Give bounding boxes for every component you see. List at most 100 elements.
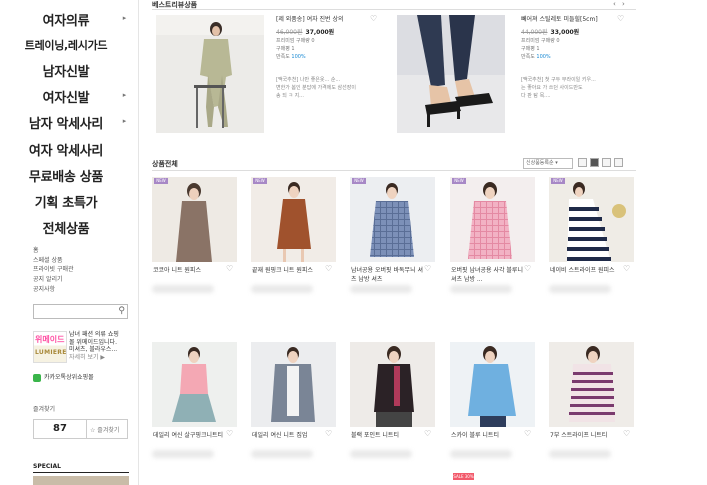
category-mens-accessories[interactable]: 남자 악세사리 ▸ [0, 113, 132, 132]
product-name[interactable]: 데일리 여신 니트 집업 [252, 431, 324, 440]
heart-icon[interactable]: ♡ [325, 264, 332, 273]
heart-icon[interactable]: ♡ [370, 14, 377, 23]
heart-icon[interactable]: ♡ [325, 429, 332, 438]
category-mens-shoes[interactable]: 남자신발 [0, 61, 132, 80]
product-image[interactable]: NEW [549, 177, 634, 262]
new-badge: NEW [551, 178, 565, 184]
category-training[interactable]: 트레이닝,레시가드 [0, 37, 132, 53]
search-input[interactable]: ⚲ [33, 304, 128, 319]
product-image[interactable] [350, 342, 435, 427]
blurred-price [152, 285, 214, 293]
sublink-private[interactable]: 프라이빗 구매관 [33, 265, 74, 275]
blurred-price [152, 450, 214, 458]
product-name[interactable]: 남녀공용 오버핏 바독무늬 셔츠 남방 셔츠 [351, 266, 423, 284]
best-product-name[interactable]: [제 외품송] 여자 진번 상의 [276, 16, 344, 24]
category-free-shipping[interactable]: 무료배송 상품 [0, 166, 132, 185]
heart-icon[interactable]: ♡ [617, 14, 624, 23]
favorite-add-button[interactable]: ☆ 즐겨찾기 [90, 425, 119, 434]
heart-icon[interactable]: ♡ [424, 264, 431, 273]
best-product-image[interactable] [397, 15, 505, 133]
grid-view-icon[interactable] [590, 158, 599, 167]
heart-icon[interactable]: ♡ [226, 264, 233, 273]
best-product-price: 46,000원 37,000원 [276, 29, 335, 36]
category-special-deals[interactable]: 기획 초특가 [0, 192, 132, 211]
product-image[interactable]: NEW [450, 177, 535, 262]
product-image[interactable] [450, 342, 535, 427]
category-womens-accessories[interactable]: 여자 악세사리 [0, 140, 132, 159]
product-name[interactable]: 데일리 여신 살구핑크니트티 [153, 431, 225, 440]
product-card[interactable]: 7부 스트라이프 니트티 ♡ [549, 342, 634, 482]
product-card[interactable]: NEW 끝재 원핑크 니트 원피스 ♡ [251, 177, 336, 317]
sublink-notice-alert[interactable]: 공지 알리기 [33, 275, 74, 285]
product-name[interactable]: 오버핏 남녀공용 사각 블루니 셔츠 남방 ... [451, 266, 523, 284]
product-image[interactable] [251, 342, 336, 427]
blurred-price [549, 450, 611, 458]
carousel-arrows: ‹ › [613, 0, 627, 8]
new-badge: NEW [452, 178, 466, 184]
chevron-right-icon: ▸ [122, 14, 127, 22]
blurred-price [350, 450, 412, 458]
blurred-price [251, 285, 313, 293]
heart-icon[interactable]: ♡ [623, 264, 630, 273]
blurred-price [450, 450, 512, 458]
product-card[interactable]: 블랙 포인트 니트티 ♡ [350, 342, 435, 482]
product-card[interactable]: NEW 네이비 스트라이프 원피스 ♡ [549, 177, 634, 317]
product-name[interactable]: 끝재 원핑크 니트 원피스 [252, 266, 324, 275]
sublink-notice[interactable]: 공지사항 [33, 285, 74, 295]
heart-icon[interactable]: ♡ [623, 429, 630, 438]
sale-badge: SALE 30% [453, 473, 474, 480]
product-image[interactable] [152, 342, 237, 427]
sidebar-sublinks: 홈 스페셜 상품 프라이빗 구매관 공지 알리기 공지사항 [33, 246, 74, 295]
shop-ad-banner[interactable]: 위메이드 LUMIERE 남녀 패션 의류 쇼핑 몰 위메이드입니다. 미셔츠,… [33, 331, 129, 363]
ad-more-link[interactable]: 자세히 보기 ▶ [69, 354, 131, 362]
arrow-right-icon[interactable]: › [622, 0, 627, 8]
product-card[interactable]: NEW 남녀공용 오버핏 바독무늬 셔츠 남방 셔츠 ♡ [350, 177, 435, 317]
best-product-price: 44,000원 33,000원 [521, 29, 580, 36]
category-all-products[interactable]: 전체상품 [0, 218, 132, 237]
sort-select[interactable]: 신상품등록순 ▾ [523, 158, 573, 169]
heart-icon[interactable]: ♡ [524, 264, 531, 273]
product-image[interactable]: NEW [251, 177, 336, 262]
chevron-right-icon: ▸ [122, 117, 127, 125]
product-image[interactable] [549, 342, 634, 427]
gallery-view-icon[interactable] [614, 158, 623, 167]
sublink-home[interactable]: 홈 [33, 246, 74, 256]
shop-logo: 위메이드 LUMIERE [33, 331, 67, 363]
arrow-left-icon[interactable]: ‹ [613, 0, 618, 8]
product-name[interactable]: 7부 스트라이프 니트티 [550, 431, 622, 440]
product-card[interactable]: NEW 코코아 니트 원피스 ♡ [152, 177, 237, 317]
best-product-name[interactable]: 뻬어져 스틸레토 미들힐[5cm] [521, 16, 598, 24]
product-card[interactable]: NEW 오버핏 남녀공용 사각 블루니 셔츠 남방 ... ♡ [450, 177, 535, 317]
product-name[interactable]: 블랙 포인트 니트티 [351, 431, 423, 440]
product-name[interactable]: 네이비 스트라이프 원피스 [550, 266, 622, 275]
product-card[interactable]: 데일리 여신 니트 집업 ♡ [251, 342, 336, 482]
product-image[interactable]: NEW [350, 177, 435, 262]
kakao-icon [33, 373, 41, 382]
kakao-link[interactable]: 카카오톡상위쇼핑몰 [33, 372, 94, 382]
product-name[interactable]: 스카이 블루 니트티 [451, 431, 523, 440]
product-card[interactable]: 데일리 여신 살구핑크니트티 ♡ [152, 342, 237, 482]
best-product-image[interactable] [156, 15, 264, 133]
search-icon[interactable]: ⚲ [118, 306, 125, 316]
list-view-icon[interactable] [578, 158, 587, 167]
favorite-label: 즐겨찾기 [33, 406, 56, 413]
category-womens-clothing[interactable]: 여자의류 ▸ [0, 10, 132, 29]
divider [33, 472, 129, 473]
chevron-right-icon: ▸ [122, 91, 127, 99]
product-card[interactable]: 스카이 블루 니트티 ♡ [450, 342, 535, 482]
best-product-review: [맥국추천] 첫 구두 무라이일 키우... 는 좋아요 가 쓰던 사이드만도 … [521, 77, 596, 99]
divider [152, 9, 636, 10]
product-name[interactable]: 코코아 니트 원피스 [153, 266, 225, 275]
blurred-price [350, 285, 412, 293]
heart-icon[interactable]: ♡ [524, 429, 531, 438]
all-products-title: 상품전체 [152, 160, 178, 168]
heart-icon[interactable]: ♡ [226, 429, 233, 438]
product-image[interactable]: NEW [152, 177, 237, 262]
new-badge: NEW [253, 178, 267, 184]
category-womens-shoes[interactable]: 여자신발 ▸ [0, 87, 132, 106]
sublink-special[interactable]: 스페셜 상품 [33, 256, 74, 266]
heart-icon[interactable]: ♡ [424, 429, 431, 438]
special-thumbnail[interactable] [33, 476, 129, 485]
large-view-icon[interactable] [602, 158, 611, 167]
best-product-review: [맥국추천] 나만 좋은옷... 순... 변한가 봄인 분답에 가격에도 삼선… [276, 77, 356, 99]
